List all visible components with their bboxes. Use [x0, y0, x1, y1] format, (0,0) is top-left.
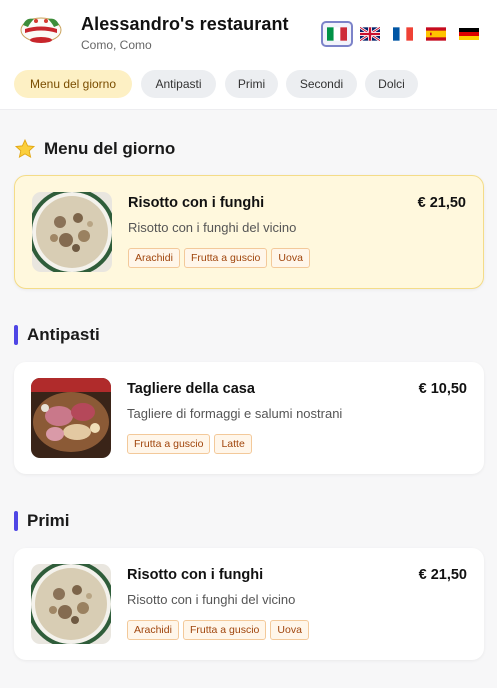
france-flag-icon — [393, 27, 413, 41]
dish-card[interactable]: Tagliere della casa € 10,50 Tagliere di … — [14, 362, 484, 474]
dish-card[interactable]: Risotto con i funghi € 21,50 Risotto con… — [14, 548, 484, 660]
dish-price: € 21,50 — [417, 195, 466, 211]
section-header-menu-del-giorno: Menu del giorno — [14, 137, 175, 161]
restaurant-name: Alessandro's restaurant — [81, 14, 289, 34]
section-title: Antipasti — [27, 325, 100, 344]
dish-image-tagliere — [31, 378, 111, 458]
dish-price: € 10,50 — [418, 381, 467, 397]
allergen-tags: Frutta a guscio Latte — [127, 434, 252, 454]
dish-name: Tagliere della casa — [127, 381, 255, 397]
dish-description: Risotto con i funghi del vicino — [127, 592, 296, 607]
allergen-tag: Arachidi — [128, 248, 180, 268]
italy-flag-icon — [327, 27, 347, 41]
dish-description: Tagliere di formaggi e salumi nostrani — [127, 406, 343, 421]
allergen-tag: Uova — [271, 248, 310, 268]
language-de-button[interactable] — [453, 21, 485, 47]
germany-flag-icon — [459, 28, 479, 40]
section-header-antipasti: Antipasti — [14, 323, 100, 347]
uk-flag-icon — [360, 27, 380, 41]
dish-name: Risotto con i funghi — [127, 567, 264, 583]
allergen-tag: Frutta a guscio — [182, 620, 267, 640]
dish-description: Risotto con i funghi del vicino — [128, 220, 297, 235]
tab-dolci[interactable]: Dolci — [365, 70, 418, 98]
language-fr-button[interactable] — [387, 21, 419, 47]
tab-menu-del-giorno[interactable]: Menu del giorno — [14, 70, 132, 98]
allergen-tag: Frutta a guscio — [127, 434, 211, 454]
section-accent-bar — [14, 511, 18, 531]
dish-card-featured[interactable]: Risotto con i funghi € 21,50 Risotto con… — [14, 175, 484, 289]
dish-price: € 21,50 — [418, 567, 467, 583]
section-accent-bar — [14, 325, 18, 345]
spain-flag-icon — [426, 27, 446, 41]
restaurant-logo — [20, 17, 62, 43]
allergen-tags: Arachidi Frutta a guscio Uova — [127, 620, 309, 640]
allergen-tag: Latte — [214, 434, 252, 454]
dish-name: Risotto con i funghi — [128, 195, 265, 211]
language-it-button[interactable] — [321, 21, 353, 47]
tab-primi[interactable]: Primi — [225, 70, 278, 98]
dish-image-risotto — [31, 564, 111, 644]
section-title: Menu del giorno — [44, 139, 176, 158]
section-header-primi: Primi — [14, 509, 70, 533]
allergen-tag: Uova — [270, 620, 309, 640]
section-title: Primi — [27, 511, 70, 530]
tab-antipasti[interactable]: Antipasti — [141, 70, 216, 98]
dish-image-risotto — [32, 192, 112, 272]
allergen-tag: Arachidi — [127, 620, 179, 640]
restaurant-location: Como, Como — [81, 38, 152, 52]
language-es-button[interactable] — [420, 21, 452, 47]
language-en-button[interactable] — [354, 21, 386, 47]
allergen-tag: Frutta a guscio — [183, 248, 268, 268]
star-icon — [14, 138, 36, 158]
allergen-tags: Arachidi Frutta a guscio Uova — [128, 248, 310, 268]
tab-secondi[interactable]: Secondi — [286, 70, 357, 98]
header-bar: Alessandro's restaurant Como, Como Menu … — [0, 0, 497, 110]
